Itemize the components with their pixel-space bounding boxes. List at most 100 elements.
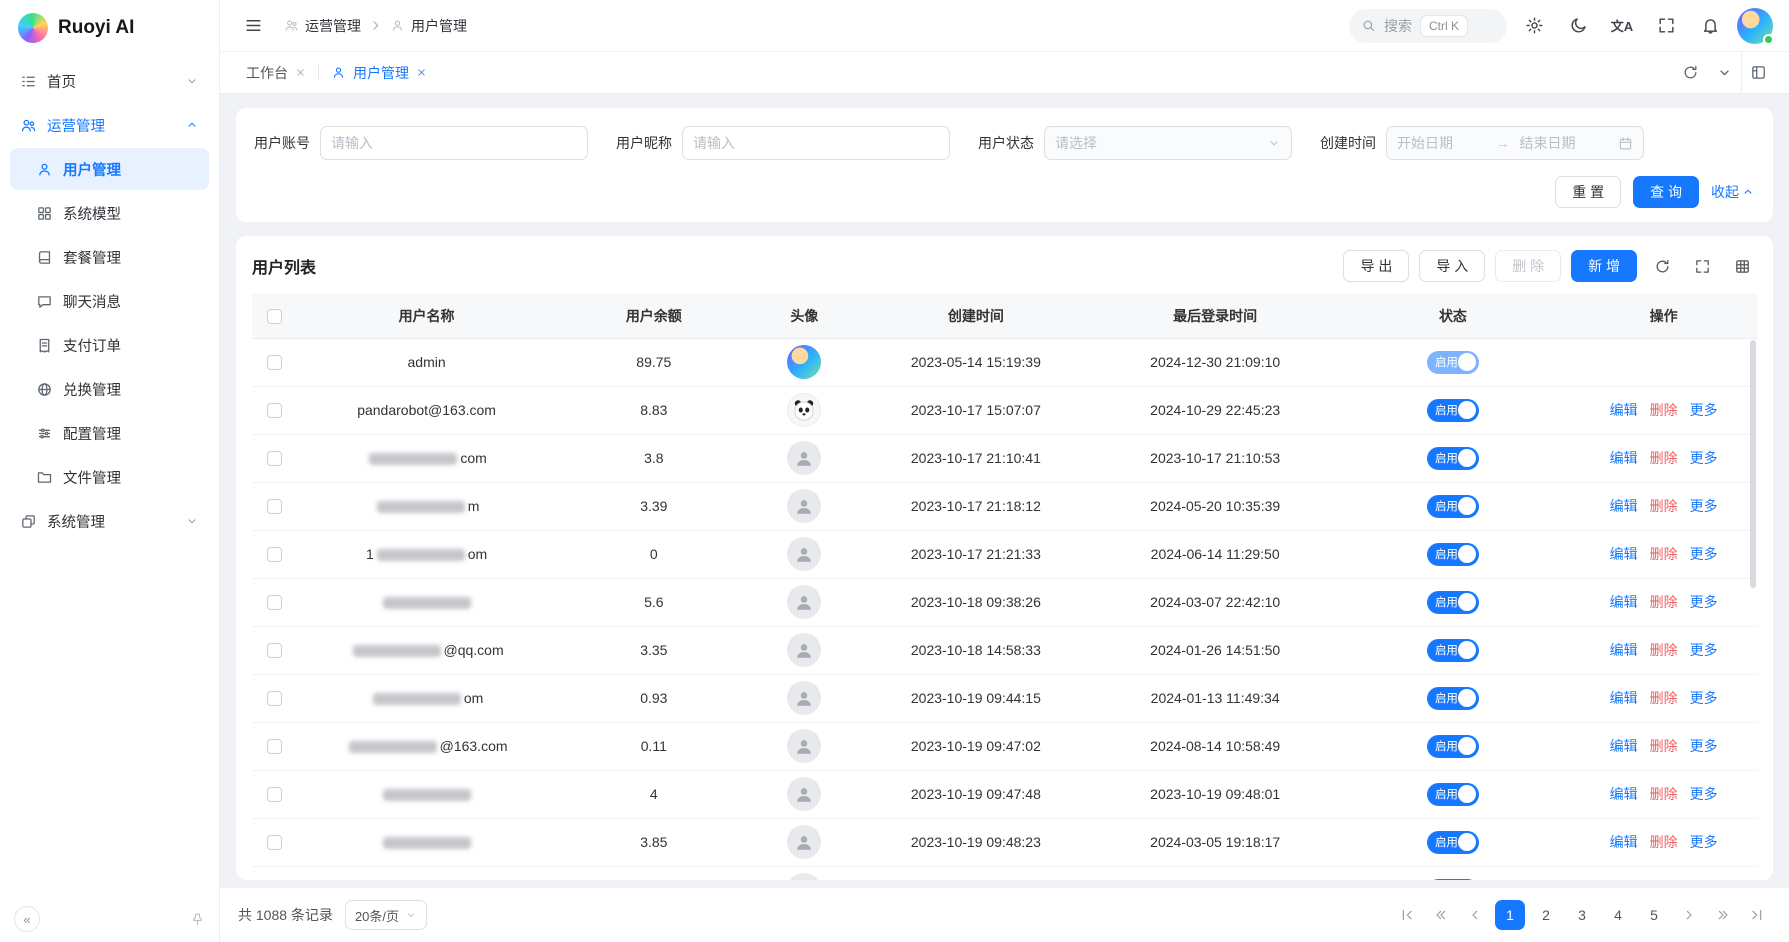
fullscreen-icon[interactable]: [1687, 251, 1717, 281]
row-action-more[interactable]: 更多: [1690, 784, 1718, 804]
row-checkbox[interactable]: [267, 643, 282, 658]
pin-icon[interactable]: [190, 912, 205, 927]
row-action-edit[interactable]: 编辑: [1610, 640, 1638, 660]
sidebar-item-home[interactable]: 首页: [10, 60, 209, 102]
tab-user-management[interactable]: 用户管理: [319, 52, 439, 93]
row-action-edit[interactable]: 编辑: [1610, 832, 1638, 852]
row-action-delete[interactable]: 删除: [1650, 400, 1678, 420]
row-action-delete[interactable]: 删除: [1650, 832, 1678, 852]
export-button[interactable]: 导 出: [1343, 250, 1409, 282]
row-action-delete[interactable]: 删除: [1650, 688, 1678, 708]
language-icon[interactable]: 文A: [1605, 9, 1639, 43]
refresh-icon[interactable]: [1673, 52, 1707, 93]
row-checkbox[interactable]: [267, 787, 282, 802]
row-checkbox[interactable]: [267, 547, 282, 562]
app-logo[interactable]: Ruoyi AI: [0, 0, 219, 56]
row-action-more[interactable]: 更多: [1690, 640, 1718, 660]
row-action-edit[interactable]: 编辑: [1610, 784, 1638, 804]
next-5-pages-button[interactable]: [1709, 901, 1737, 929]
row-action-edit[interactable]: 编辑: [1610, 496, 1638, 516]
status-toggle[interactable]: 启用: [1427, 543, 1479, 566]
next-page-button[interactable]: [1675, 901, 1703, 929]
status-toggle[interactable]: 启用: [1427, 399, 1479, 422]
collapse-filters-link[interactable]: 收起: [1711, 182, 1755, 202]
scrollbar-thumb[interactable]: [1750, 340, 1756, 588]
row-action-more[interactable]: 更多: [1690, 544, 1718, 564]
page-size-select[interactable]: 20条/页: [345, 900, 427, 930]
status-toggle[interactable]: 启用: [1427, 879, 1479, 881]
sidebar-item-payment-orders[interactable]: 支付订单: [10, 324, 209, 366]
status-toggle[interactable]: 启用: [1427, 495, 1479, 518]
status-toggle[interactable]: 启用: [1427, 831, 1479, 854]
row-action-edit[interactable]: 编辑: [1610, 448, 1638, 468]
prev-5-pages-button[interactable]: [1427, 901, 1455, 929]
row-action-delete[interactable]: 删除: [1650, 784, 1678, 804]
theme-moon-icon[interactable]: [1561, 9, 1595, 43]
date-range-picker[interactable]: 开始日期 → 结束日期: [1386, 126, 1644, 160]
sidebar-item-chat-messages[interactable]: 聊天消息: [10, 280, 209, 322]
status-toggle[interactable]: 启用: [1427, 591, 1479, 614]
row-action-more[interactable]: 更多: [1690, 688, 1718, 708]
add-button[interactable]: 新 增: [1571, 250, 1637, 282]
sidebar-item-package-management[interactable]: 套餐管理: [10, 236, 209, 278]
row-checkbox[interactable]: [267, 355, 282, 370]
row-checkbox[interactable]: [267, 451, 282, 466]
row-action-edit[interactable]: 编辑: [1610, 544, 1638, 564]
page-button-2[interactable]: 2: [1531, 900, 1561, 930]
row-action-more[interactable]: 更多: [1690, 592, 1718, 612]
tab-workbench[interactable]: 工作台: [234, 52, 318, 93]
close-icon[interactable]: [295, 67, 306, 78]
row-action-edit[interactable]: 编辑: [1610, 736, 1638, 756]
row-action-more[interactable]: 更多: [1690, 832, 1718, 852]
row-action-delete[interactable]: 删除: [1650, 448, 1678, 468]
global-search[interactable]: 搜索 Ctrl K: [1349, 9, 1507, 43]
row-action-edit[interactable]: 编辑: [1610, 400, 1638, 420]
hamburger-menu-icon[interactable]: [236, 9, 270, 43]
chevron-down-icon[interactable]: [1707, 52, 1741, 93]
account-input[interactable]: [320, 126, 588, 160]
close-icon[interactable]: [416, 67, 427, 78]
row-checkbox[interactable]: [267, 403, 282, 418]
layout-toggle-icon[interactable]: [1741, 52, 1775, 93]
import-button[interactable]: 导 入: [1419, 250, 1485, 282]
first-page-button[interactable]: [1393, 901, 1421, 929]
user-avatar[interactable]: [1737, 8, 1773, 44]
status-toggle[interactable]: 启用: [1427, 447, 1479, 470]
status-select[interactable]: 请选择: [1044, 126, 1292, 160]
row-action-edit[interactable]: 编辑: [1610, 688, 1638, 708]
refresh-icon[interactable]: [1647, 251, 1677, 281]
breadcrumb-item-user-management[interactable]: 用户管理: [390, 16, 467, 36]
nickname-input[interactable]: [682, 126, 950, 160]
row-checkbox[interactable]: [267, 835, 282, 850]
last-page-button[interactable]: [1743, 901, 1771, 929]
row-checkbox[interactable]: [267, 739, 282, 754]
row-action-delete[interactable]: 删除: [1650, 544, 1678, 564]
row-action-edit[interactable]: 编辑: [1610, 592, 1638, 612]
row-checkbox[interactable]: [267, 691, 282, 706]
row-action-delete[interactable]: 删除: [1650, 592, 1678, 612]
status-toggle[interactable]: 启用: [1427, 687, 1479, 710]
page-button-3[interactable]: 3: [1567, 900, 1597, 930]
settings-gear-icon[interactable]: [1517, 9, 1551, 43]
status-toggle[interactable]: 启用: [1427, 783, 1479, 806]
fullscreen-icon[interactable]: [1649, 9, 1683, 43]
sidebar-item-file-management[interactable]: 文件管理: [10, 456, 209, 498]
prev-page-button[interactable]: [1461, 901, 1489, 929]
row-action-more[interactable]: 更多: [1690, 448, 1718, 468]
status-toggle[interactable]: 启用: [1427, 639, 1479, 662]
sidebar-item-config-management[interactable]: 配置管理: [10, 412, 209, 454]
row-checkbox[interactable]: [267, 595, 282, 610]
row-action-more[interactable]: 更多: [1690, 736, 1718, 756]
sidebar-item-user-management[interactable]: 用户管理: [10, 148, 209, 190]
row-action-more[interactable]: 更多: [1690, 400, 1718, 420]
row-checkbox[interactable]: [267, 499, 282, 514]
row-action-delete[interactable]: 删除: [1650, 496, 1678, 516]
sidebar-item-operations[interactable]: 运营管理: [10, 104, 209, 146]
page-button-1[interactable]: 1: [1495, 900, 1525, 930]
sidebar-item-system-models[interactable]: 系统模型: [10, 192, 209, 234]
notifications-bell-icon[interactable]: [1693, 9, 1727, 43]
status-toggle[interactable]: 启用: [1427, 351, 1479, 374]
sidebar-item-redeem-management[interactable]: 兑换管理: [10, 368, 209, 410]
row-action-delete[interactable]: 删除: [1650, 736, 1678, 756]
page-button-5[interactable]: 5: [1639, 900, 1669, 930]
